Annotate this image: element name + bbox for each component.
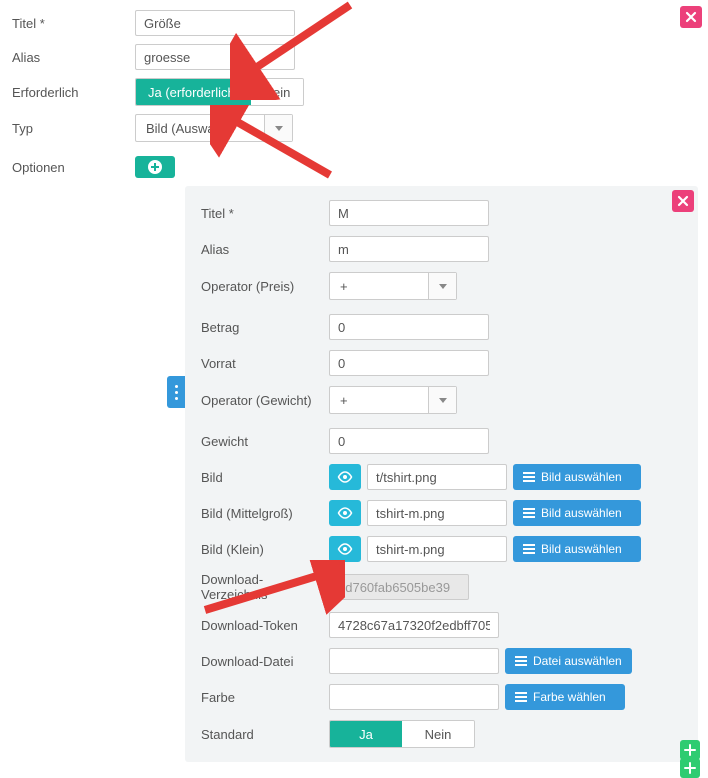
list-icon [523,544,535,554]
drag-handle[interactable] [167,376,185,408]
opt-dldir-input [329,574,469,600]
opt-operator-price-value: + [330,273,428,299]
list-icon [523,508,535,518]
opt-weight-input[interactable] [329,428,489,454]
opt-dldir-label: Download-Verzeichnis [201,572,329,602]
opt-dltoken-label: Download-Token [201,618,329,633]
type-label: Typ [10,121,135,136]
opt-stock-label: Vorrat [201,356,329,371]
opt-standard-label: Standard [201,727,329,742]
chevron-down-icon[interactable] [428,273,456,299]
opt-alias-label: Alias [201,242,329,257]
opt-standard-toggle[interactable]: Ja Nein [329,720,475,748]
opt-operator-price-select[interactable]: + [329,272,457,300]
opt-amount-input[interactable] [329,314,489,340]
opt-standard-yes[interactable]: Ja [330,721,402,747]
required-toggle[interactable]: Ja (erforderlich) Nein [135,78,304,106]
opt-alias-input[interactable] [329,236,489,262]
alias-label: Alias [10,50,135,65]
opt-standard-no[interactable]: Nein [402,721,474,747]
opt-image-small-label: Bild (Klein) [201,542,329,557]
type-value: Bild (Auswahl) [136,115,264,141]
chevron-down-icon[interactable] [428,387,456,413]
required-label: Erforderlich [10,85,135,100]
opt-dlfile-input[interactable] [329,648,499,674]
list-icon [515,656,527,666]
opt-image-label: Bild [201,470,329,485]
opt-dlfile-label: Download-Datei [201,654,329,669]
opt-operator-weight-value: + [330,387,428,413]
opt-image-small-input[interactable] [367,536,507,562]
opt-color-input[interactable] [329,684,499,710]
add-button-outer[interactable] [680,758,700,778]
opt-image-med-input[interactable] [367,500,507,526]
opt-image-input[interactable] [367,464,507,490]
title-label: Titel * [10,16,135,31]
opt-weight-label: Gewicht [201,434,329,449]
opt-title-input[interactable] [329,200,489,226]
opt-title-label: Titel * [201,206,329,221]
select-image-button[interactable]: Bild auswählen [513,464,641,490]
options-label: Optionen [10,160,135,175]
alias-input[interactable] [135,44,295,70]
chevron-down-icon[interactable] [264,115,292,141]
type-select[interactable]: Bild (Auswahl) [135,114,293,142]
close-button[interactable] [680,6,702,28]
preview-image-med-button[interactable] [329,500,361,526]
preview-image-button[interactable] [329,464,361,490]
add-option-button[interactable] [135,156,175,178]
select-image-small-button[interactable]: Bild auswählen [513,536,641,562]
opt-stock-input[interactable] [329,350,489,376]
opt-operator-weight-label: Operator (Gewicht) [201,393,329,408]
opt-image-med-label: Bild (Mittelgroß) [201,506,329,521]
preview-image-small-button[interactable] [329,536,361,562]
select-file-button[interactable]: Datei auswählen [505,648,632,674]
opt-amount-label: Betrag [201,320,329,335]
option-panel: Titel * Alias Operator (Preis) + Betrag … [185,186,698,762]
opt-operator-price-label: Operator (Preis) [201,279,329,294]
select-image-med-button[interactable]: Bild auswählen [513,500,641,526]
required-no[interactable]: Nein [251,79,303,105]
opt-color-label: Farbe [201,690,329,705]
opt-dltoken-input[interactable] [329,612,499,638]
select-color-button[interactable]: Farbe wählen [505,684,625,710]
required-yes[interactable]: Ja (erforderlich) [136,79,251,105]
list-icon [515,692,527,702]
list-icon [523,472,535,482]
close-option-button[interactable] [672,190,694,212]
plus-icon [148,160,162,174]
title-input[interactable] [135,10,295,36]
opt-operator-weight-select[interactable]: + [329,386,457,414]
add-button-inner[interactable] [680,740,700,760]
